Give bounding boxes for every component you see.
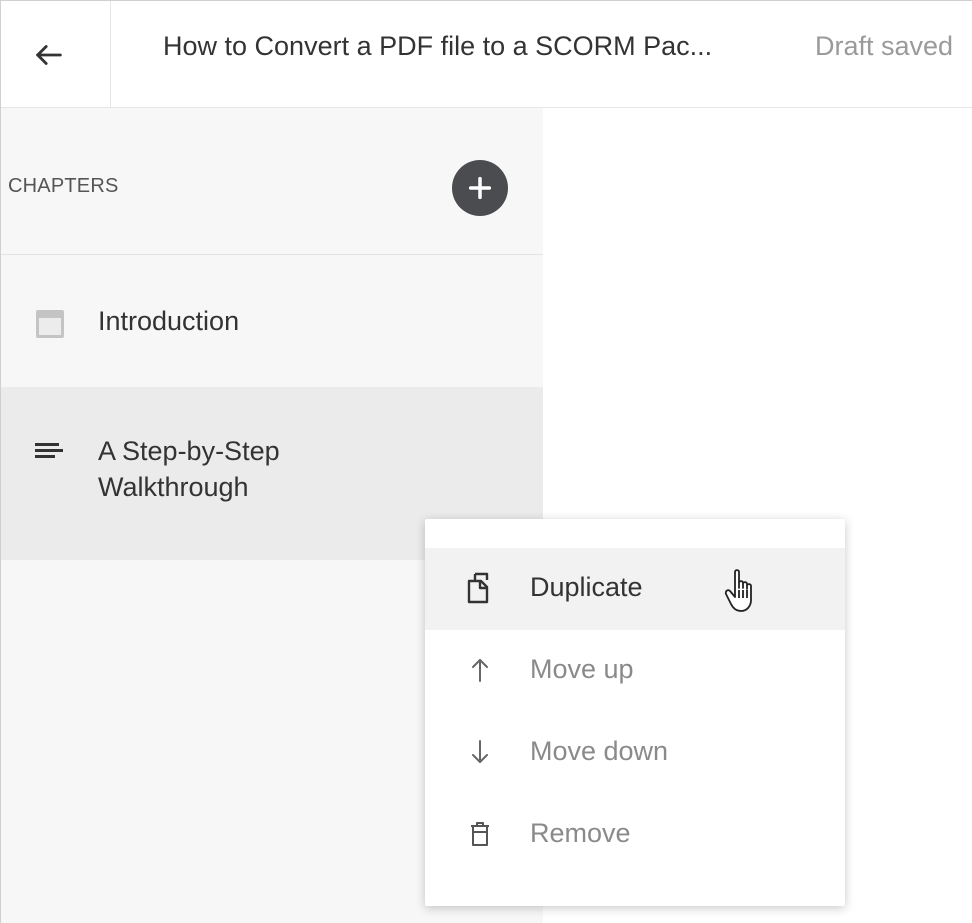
top-bar: How to Convert a PDF file to a SCORM Pac…	[0, 0, 972, 108]
back-button[interactable]	[0, 1, 111, 108]
menu-item-label: Remove	[530, 818, 631, 848]
menu-item-label: Move up	[530, 654, 634, 684]
chapters-header: CHAPTERS	[0, 108, 543, 255]
chapter-label: Introduction	[98, 306, 240, 336]
arrow-left-icon	[36, 44, 62, 65]
move-up-menu-item[interactable]: Move up	[425, 630, 845, 712]
draft-status: Draft saved	[815, 31, 954, 61]
trash-icon	[464, 818, 496, 850]
chapter-context-menu: Duplicate Move up Move down Remove	[425, 519, 845, 906]
add-chapter-button[interactable]	[452, 160, 508, 216]
chapter-item-introduction[interactable]: Introduction	[0, 255, 543, 387]
arrow-down-icon	[464, 736, 496, 768]
course-title: How to Convert a PDF file to a SCORM Pac…	[163, 31, 713, 61]
lines-icon	[35, 439, 63, 468]
duplicate-icon	[464, 572, 496, 604]
arrow-up-icon	[464, 654, 496, 686]
duplicate-menu-item[interactable]: Duplicate	[425, 548, 845, 630]
menu-item-label: Duplicate	[530, 572, 643, 602]
page-layout-icon	[35, 309, 65, 344]
menu-item-label: Move down	[530, 736, 669, 766]
chapter-label: A Step-by-Step Walkthrough	[98, 436, 280, 502]
move-down-menu-item[interactable]: Move down	[425, 712, 845, 794]
chapters-heading: CHAPTERS	[8, 175, 119, 197]
remove-menu-item[interactable]: Remove	[425, 794, 845, 876]
plus-icon	[468, 176, 492, 200]
